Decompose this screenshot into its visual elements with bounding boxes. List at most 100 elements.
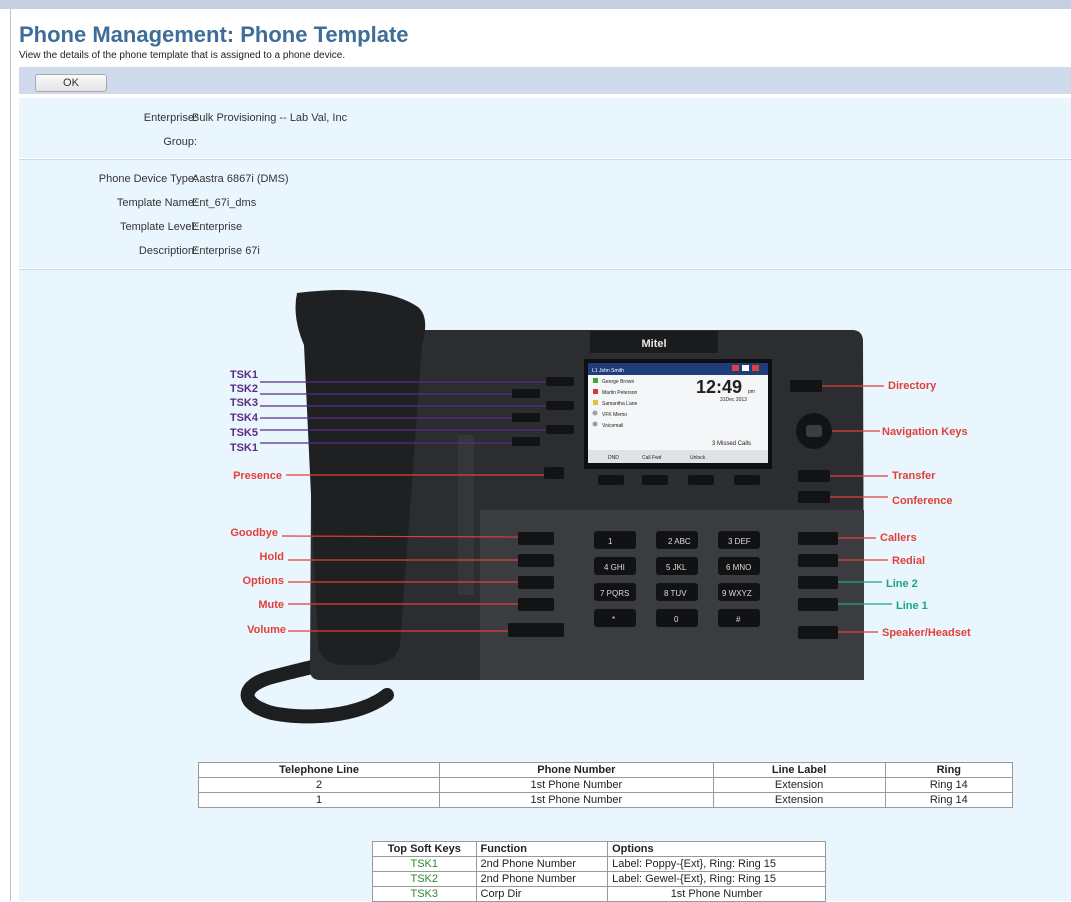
callout-navigation-keys: Navigation Keys xyxy=(882,426,968,438)
template-name-value: Ent_67i_dms xyxy=(192,197,257,209)
device-type-value: Aastra 6867i (DMS) xyxy=(192,173,289,185)
column-header: Function xyxy=(475,841,609,857)
top-soft-keys-table: Top Soft Keys Function Options TSK1 2nd … xyxy=(372,841,826,902)
dial-key-label: * xyxy=(612,615,615,624)
tsk-button xyxy=(512,389,540,398)
callout-conference: Conference xyxy=(892,495,953,507)
table-row: 1 1st Phone Number Extension Ring 14 xyxy=(197,792,1014,808)
ring-cell: Ring 14 xyxy=(884,792,1014,808)
page-subtitle: View the details of the phone template t… xyxy=(19,50,346,61)
dial-key-label: 3 DEF xyxy=(728,537,751,546)
dial-key xyxy=(594,531,636,549)
options-cell: 1st Phone Number xyxy=(607,886,826,902)
tsk-button xyxy=(546,377,574,386)
column-header: Phone Number xyxy=(439,762,714,778)
callout-volume: Volume xyxy=(247,624,286,636)
enterprise-panel: Enterprise: Bulk Provisioning -- Lab Val… xyxy=(19,98,1071,158)
column-header: Top Soft Keys xyxy=(372,841,477,857)
device-type-label: Phone Device Type: xyxy=(98,173,197,185)
enterprise-value: Bulk Provisioning -- Lab Val, Inc xyxy=(192,112,348,124)
directory-button xyxy=(790,380,822,392)
goodbye-button xyxy=(518,532,554,545)
column-header: Line Label xyxy=(712,762,886,778)
table-row: TSK1 2nd Phone Number Label: Poppy-{Ext}… xyxy=(372,856,826,872)
group-label: Group: xyxy=(163,136,197,148)
callout-tsk1-second: TSK1 xyxy=(230,442,258,454)
callout-tsk3: TSK3 xyxy=(230,397,258,409)
column-header: Options xyxy=(607,841,826,857)
options-button xyxy=(518,576,554,589)
function-cell: 2nd Phone Number xyxy=(475,856,609,872)
soft-key-cell: TSK1 xyxy=(372,856,477,872)
line-label-cell: Extension xyxy=(712,792,886,808)
column-header: Telephone Line xyxy=(197,762,441,778)
table-row: 2 1st Phone Number Extension Ring 14 xyxy=(197,777,1014,793)
screen-softkey: Unlock xyxy=(690,455,706,461)
status-icon xyxy=(752,365,759,371)
hold-button xyxy=(518,554,554,567)
presence-button xyxy=(544,467,564,479)
line-number-cell: 1 xyxy=(197,792,441,808)
bsk-button xyxy=(642,475,668,485)
status-icon xyxy=(732,365,739,371)
tsk-button xyxy=(546,425,574,434)
ok-button[interactable]: OK xyxy=(35,74,107,92)
description-row: Description: Enterprise 67i xyxy=(19,245,419,259)
left-rule xyxy=(10,9,11,901)
callout-line-2: Line 2 xyxy=(886,578,918,590)
callout-options: Options xyxy=(242,575,284,587)
callout-hold: Hold xyxy=(260,551,284,563)
speaker-grille xyxy=(458,435,474,595)
screen-date: 31Dec 2013 xyxy=(720,397,747,403)
function-cell: 2nd Phone Number xyxy=(475,871,609,887)
enterprise-row: Enterprise: Bulk Provisioning -- Lab Val… xyxy=(19,112,419,126)
line-1-button xyxy=(798,598,838,611)
table-row: TSK3 Corp Dir 1st Phone Number xyxy=(372,886,826,902)
callout-callers: Callers xyxy=(880,532,917,544)
tsk-button xyxy=(546,401,574,410)
function-cell: Corp Dir xyxy=(475,886,609,902)
phone-number-cell: 1st Phone Number xyxy=(439,777,714,793)
callers-button xyxy=(798,532,838,545)
template-panel: Phone Device Type: Aastra 6867i (DMS) Te… xyxy=(19,160,1071,268)
ring-cell: Ring 14 xyxy=(884,777,1014,793)
dial-key-label: 2 ABC xyxy=(668,537,691,546)
description-label: Description: xyxy=(138,245,197,257)
callout-tsk4: TSK4 xyxy=(230,412,259,424)
transfer-button xyxy=(798,470,830,482)
bsk-button xyxy=(688,475,714,485)
phone-illustration: Mitel L1 John Smith George Brown Martin … xyxy=(230,290,971,724)
screen-contact: Samantha Lane xyxy=(602,401,638,407)
callout-line-1: Line 1 xyxy=(896,600,928,612)
callout-tsk2: TSK2 xyxy=(230,383,258,395)
callout-goodbye: Goodbye xyxy=(230,527,278,539)
top-banner xyxy=(0,0,1071,9)
screen-ampm: pm xyxy=(748,389,755,395)
group-row: Group: xyxy=(19,136,419,150)
line-label-cell: Extension xyxy=(712,777,886,793)
callout-tsk1: TSK1 xyxy=(230,369,258,381)
dial-key-label: 0 xyxy=(674,615,679,624)
line-callouts: Line 2 Line 1 xyxy=(886,578,928,612)
callout-transfer: Transfer xyxy=(892,470,936,482)
mute-button xyxy=(518,598,554,611)
dial-key-label: 9 WXYZ xyxy=(722,589,752,598)
template-name-row: Template Name: Ent_67i_dms xyxy=(19,197,419,211)
redial-button xyxy=(798,554,838,567)
screen-contact: Voicemail xyxy=(602,423,623,429)
soft-key-cell: TSK3 xyxy=(372,886,477,902)
line-2-button xyxy=(798,576,838,589)
callout-directory: Directory xyxy=(888,380,937,392)
table-row: TSK2 2nd Phone Number Label: Gewel-{Ext}… xyxy=(372,871,826,887)
template-level-row: Template Level: Enterprise xyxy=(19,221,419,235)
line-number-cell: 2 xyxy=(197,777,441,793)
screen-missed-calls: 3 Missed Calls xyxy=(712,441,751,447)
enterprise-label: Enterprise: xyxy=(143,112,197,124)
bsk-button xyxy=(734,475,760,485)
screen-time: 12:49 xyxy=(696,377,742,397)
volume-button xyxy=(508,623,564,637)
dial-key-label: # xyxy=(736,615,741,624)
page-title: Phone Management: Phone Template xyxy=(19,22,409,47)
dial-key-label: 6 MNO xyxy=(726,563,751,572)
callout-speaker-headset: Speaker/Headset xyxy=(882,627,971,639)
